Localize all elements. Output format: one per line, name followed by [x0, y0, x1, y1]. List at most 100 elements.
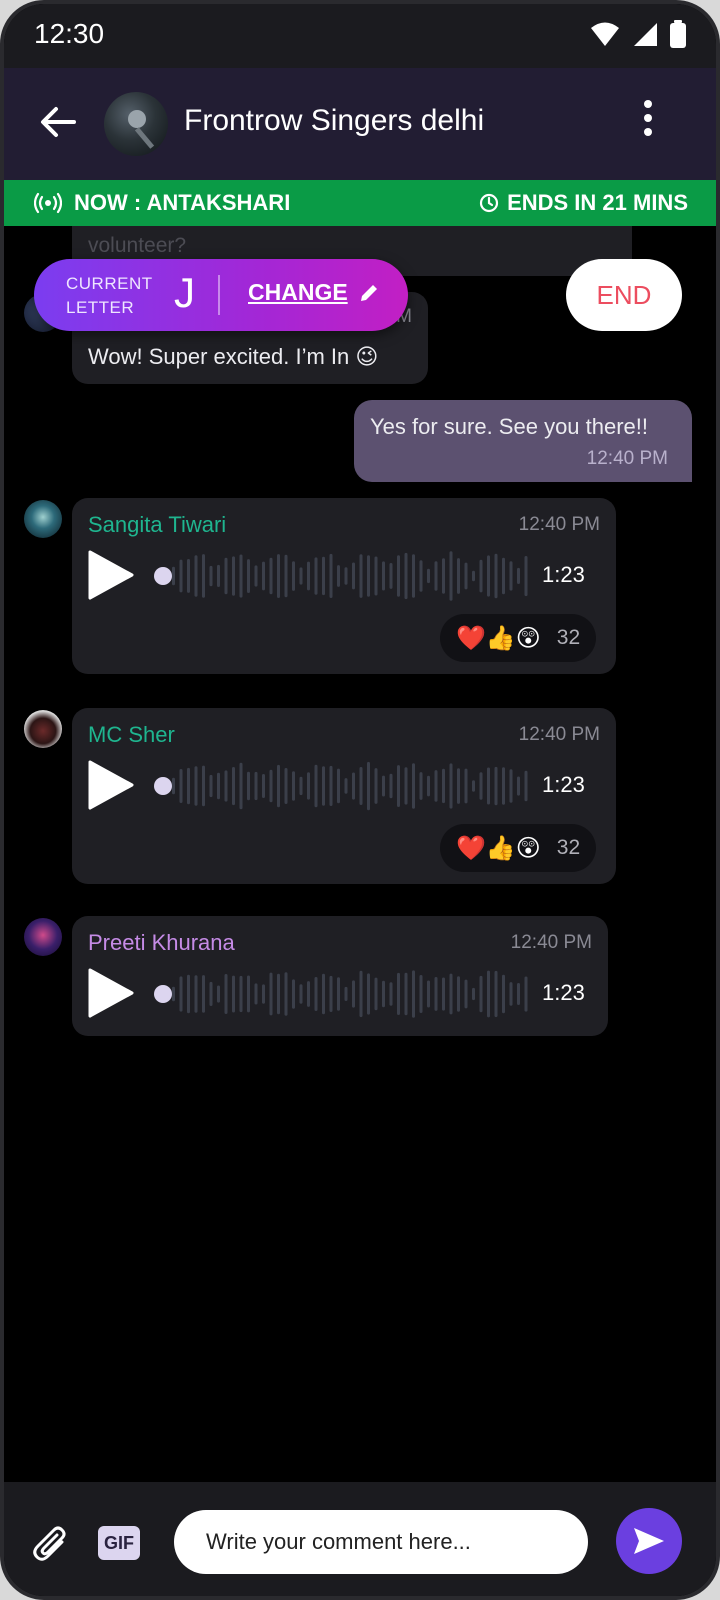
waveform-bar — [419, 772, 423, 800]
waveform-bar — [277, 554, 280, 598]
wifi-icon — [591, 22, 619, 46]
waveform-bar — [434, 561, 438, 591]
waveform-bar — [202, 765, 205, 807]
waveform[interactable] — [172, 758, 532, 814]
avatar-mc-sher[interactable] — [24, 710, 62, 748]
group-avatar[interactable] — [104, 92, 168, 156]
waveform-bar — [194, 975, 198, 1013]
sender-name[interactable]: Preeti Khurana — [88, 930, 235, 956]
avatar-preeti[interactable] — [24, 918, 62, 956]
play-icon[interactable] — [88, 550, 134, 600]
waveform-bar — [389, 563, 393, 589]
playback-position-dot[interactable] — [154, 777, 172, 795]
waveform-bar — [442, 558, 445, 594]
gif-button[interactable]: GIF — [98, 1526, 140, 1560]
waveform-bar — [194, 766, 198, 806]
my-message-bubble: Yes for sure. See you there!! 12:40 PM — [354, 400, 692, 482]
waveform-bar — [217, 564, 220, 587]
waveform-bar — [352, 562, 355, 590]
waveform-bar — [329, 975, 333, 1012]
waveform-bar — [352, 980, 355, 1008]
group-title[interactable]: Frontrow Singers delhi — [184, 104, 484, 138]
waveform-bar — [329, 765, 333, 806]
status-time: 12:30 — [34, 18, 105, 49]
waveform-bar — [457, 976, 460, 1012]
waveform-bar — [307, 981, 310, 1007]
waveform-bar — [404, 972, 408, 1016]
status-bar: 12:30 — [4, 4, 716, 68]
waveform-bar — [209, 981, 213, 1006]
paperclip-icon[interactable] — [32, 1524, 70, 1564]
waveform-bar — [412, 763, 415, 809]
send-button[interactable] — [616, 1508, 682, 1574]
waveform-bar — [457, 558, 460, 594]
status-icons — [590, 20, 686, 48]
waveform-bar — [427, 980, 430, 1008]
reactions-pill[interactable]: ❤️👍😲 32 — [440, 824, 597, 872]
waveform-bar — [292, 979, 295, 1009]
waveform-bar — [239, 975, 243, 1013]
waveform-bar — [389, 982, 393, 1006]
waveform-bar — [254, 771, 258, 801]
waveform-bar — [487, 767, 490, 805]
waveform-bar — [509, 769, 513, 803]
message-composer: GIF — [4, 1482, 716, 1596]
play-icon[interactable] — [88, 760, 134, 810]
waveform-bar — [337, 565, 340, 587]
more-options-icon[interactable] — [640, 98, 656, 138]
waveform-bar — [322, 973, 325, 1015]
waveform-bar — [449, 551, 453, 601]
comment-input[interactable] — [174, 1510, 588, 1574]
waveform-bar — [337, 977, 340, 1011]
waveform-bar — [172, 566, 175, 586]
waveform-bar — [344, 778, 348, 794]
waveform-bar — [269, 557, 273, 595]
waveform[interactable] — [172, 966, 532, 1022]
waveform-bar — [194, 555, 198, 597]
voice-duration: 1:23 — [542, 772, 585, 797]
waveform[interactable] — [172, 548, 532, 604]
waveform-bar — [232, 975, 235, 1013]
signal-icon — [634, 23, 657, 46]
waveform-bar — [239, 554, 243, 598]
message-time: 12:40 PM — [586, 448, 668, 469]
waveform-bar — [344, 986, 348, 1001]
waveform-bar — [502, 974, 505, 1014]
playback-position-dot[interactable] — [154, 567, 172, 585]
playback-position-dot[interactable] — [154, 985, 172, 1003]
voice-message: MC Sher 12:40 PM 1:23 ❤️👍😲 32 — [72, 708, 616, 884]
waveform-bar — [494, 553, 498, 599]
waveform-bar — [224, 770, 228, 802]
waveform-bar — [262, 774, 265, 798]
waveform-bar — [434, 770, 438, 802]
current-letter-label: CURRENT LETTER — [66, 274, 153, 317]
sender-name[interactable]: MC Sher — [88, 722, 175, 748]
change-label: CHANGE — [248, 279, 348, 305]
waveform-bar — [187, 559, 190, 593]
waveform-bar — [187, 974, 190, 1014]
waveform-bar — [359, 554, 363, 598]
reactions-pill[interactable]: ❤️👍😲 32 — [440, 614, 597, 662]
pencil-icon — [360, 284, 377, 301]
end-game-button[interactable]: END — [566, 259, 682, 331]
change-letter-button[interactable]: CHANGE — [248, 279, 380, 306]
waveform-bar — [292, 561, 295, 591]
waveform-bar — [299, 984, 303, 1004]
waveform-bar — [464, 768, 468, 804]
message-text: Wow! Super excited. I’m In 😉 — [88, 344, 379, 369]
chat-messages[interactable]: volunteer? M Wow! Super excited. I’m In … — [4, 226, 716, 1482]
waveform-bar — [187, 767, 190, 805]
play-icon[interactable] — [88, 968, 134, 1018]
waveform-bar — [427, 568, 430, 584]
waveform-bar — [329, 553, 333, 598]
message-time: 12:40 PM — [518, 724, 600, 745]
avatar-sangita[interactable] — [24, 500, 62, 538]
waveform-bar — [239, 762, 243, 810]
waveform-bar — [472, 780, 475, 792]
sender-name[interactable]: Sangita Tiwari — [88, 512, 226, 538]
back-arrow-icon[interactable] — [38, 102, 78, 142]
waveform-bar — [374, 977, 378, 1011]
waveform-bar — [322, 556, 325, 596]
waveform-bar — [404, 767, 408, 805]
waveform-bar — [209, 774, 213, 798]
